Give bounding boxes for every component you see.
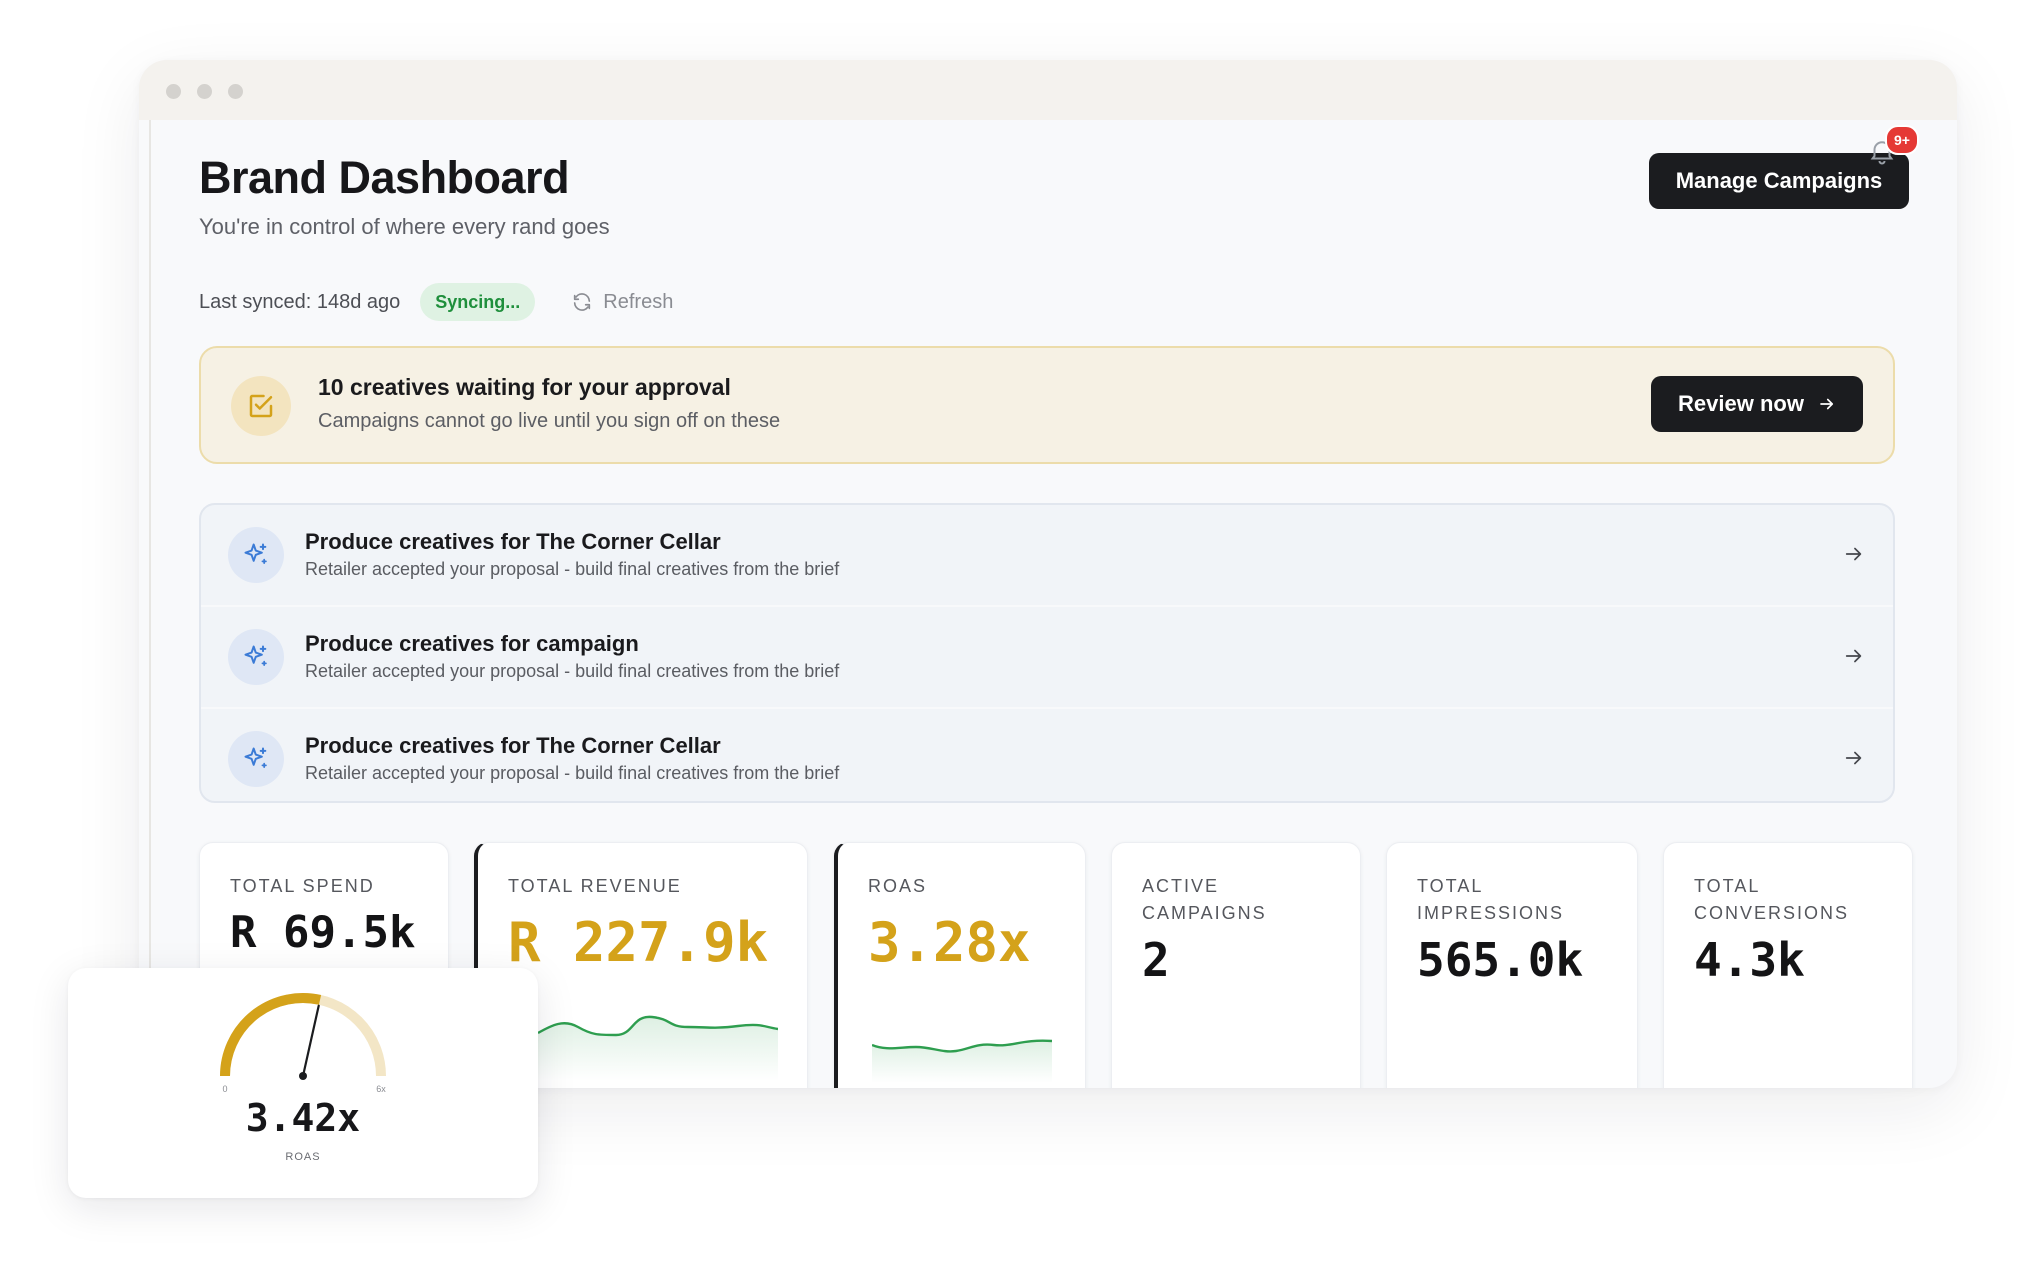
roas-sparkline [872,1039,1052,1083]
review-now-button[interactable]: Review now [1651,376,1863,432]
task-item[interactable]: Produce creatives for The Corner Cellar … [201,505,1893,607]
sync-status-row: Last synced: 148d ago Syncing... Refresh [199,282,673,322]
task-title: Produce creatives for The Corner Cellar [305,733,721,758]
metric-value: 565.0k [1417,933,1584,987]
task-icon-circle [228,731,284,787]
metric-label: TOTAL REVENUE [508,876,682,896]
task-title: Produce creatives for campaign [305,631,639,656]
metric-card-roas: ROAS 3.28x [834,842,1086,1088]
metric-value: 3.28x [868,911,1031,974]
metric-value: 4.3k [1694,933,1805,987]
task-title: Produce creatives for The Corner Cellar [305,529,721,554]
approval-banner: 10 creatives waiting for your approval C… [199,346,1895,464]
task-item[interactable]: Produce creatives for campaign Retailer … [201,607,1893,709]
metric-label: TOTAL IMPRESSIONS [1417,876,1565,923]
metric-value: R 227.9k [508,911,769,974]
metric-label: TOTAL CONVERSIONS [1694,876,1850,923]
revenue-sparkline [538,1015,778,1081]
notification-badge: 9+ [1885,125,1919,155]
gauge-value: 3.42x [245,1096,361,1140]
main-content: Brand Dashboard You're in control of whe… [139,60,1957,1088]
refresh-label: Refresh [603,290,674,313]
task-icon-circle [228,629,284,685]
approval-title: 10 creatives waiting for your approval [318,374,731,400]
metric-card-active-campaigns: ACTIVE CAMPAIGNS 2 [1111,842,1361,1088]
arrow-right-icon[interactable] [1843,645,1865,667]
task-subtitle: Retailer accepted your proposal - build … [305,661,840,681]
page-subtitle: You're in control of where every rand go… [199,214,610,239]
refresh-icon [574,293,591,311]
metric-label: TOTAL SPEND [230,876,375,896]
sparkles-icon [244,543,267,565]
metric-label: ACTIVE CAMPAIGNS [1142,876,1267,923]
sparkles-icon [244,747,267,769]
task-subtitle: Retailer accepted your proposal - build … [305,763,840,783]
gauge-needle [301,1004,320,1078]
metric-card-total-impressions: TOTAL IMPRESSIONS 565.0k [1386,842,1638,1088]
metric-value: R 69.5k [230,907,416,958]
gauge-label: ROAS [285,1151,321,1163]
roas-gauge: 0 6x [220,993,386,1094]
task-subtitle: Retailer accepted your proposal - build … [305,559,840,579]
gauge-max-label: 6x [376,1084,386,1094]
arrow-right-icon [1820,398,1834,410]
arrow-right-icon[interactable] [1843,543,1865,565]
sparkles-icon [244,645,267,667]
metric-card-total-conversions: TOTAL CONVERSIONS 4.3k [1663,842,1913,1088]
metric-value: 2 [1142,933,1170,987]
review-now-label: Review now [1678,391,1804,416]
gauge-track [220,993,386,1077]
approval-icon-circle [231,376,291,436]
gauge-min-label: 0 [222,1084,227,1094]
refresh-button[interactable]: Refresh [571,291,673,314]
task-list: Produce creatives for The Corner Cellar … [199,503,1895,803]
task-item[interactable]: Produce creatives for The Corner Cellar … [201,709,1893,801]
task-icon-circle [228,527,284,583]
page-title: Brand Dashboard [199,152,570,203]
metric-label: ROAS [868,876,928,896]
arrow-right-icon[interactable] [1843,747,1865,769]
app-window: Brand Dashboard You're in control of whe… [139,60,1957,1088]
last-synced-text: Last synced: 148d ago [199,290,401,313]
gauge-hub [299,1072,307,1080]
approval-subtitle: Campaigns cannot go live until you sign … [318,410,781,432]
sync-status-badge: Syncing... [420,283,536,321]
checkbox-edit-icon [249,394,273,418]
roas-gauge-card: 0 6x 3.42x ROAS [68,968,538,1198]
